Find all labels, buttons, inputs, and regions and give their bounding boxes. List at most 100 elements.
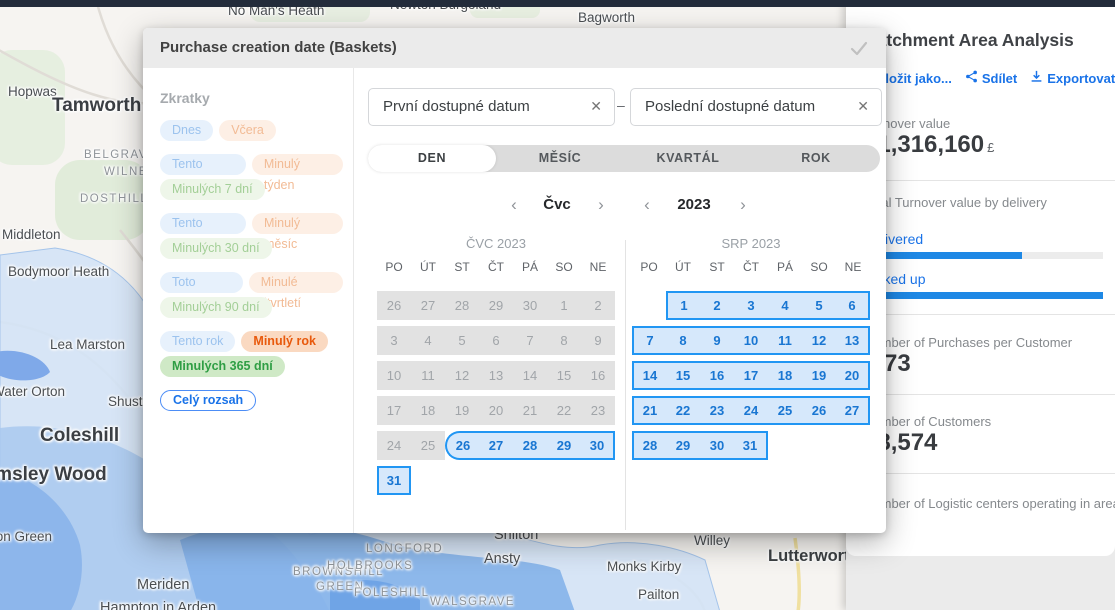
calendar-day[interactable]: 5 [802, 291, 836, 320]
calendar-day[interactable]: 13 [836, 326, 870, 355]
calendar-day[interactable]: 11 [768, 326, 802, 355]
calendar-day[interactable]: 15 [666, 361, 700, 390]
calendar-day[interactable]: 12 [802, 326, 836, 355]
map-label-marston-green: Marston Green [0, 529, 52, 544]
calendar-day[interactable]: 23 [700, 396, 734, 425]
calendar-week: 78910111213 [632, 323, 870, 358]
calendar-day[interactable]: 27 [836, 396, 870, 425]
shortcut-row: Minulých 90 dní [160, 297, 343, 318]
tab-m-s-c[interactable]: MĚSÍC [496, 145, 624, 172]
calendar-day[interactable]: 20 [836, 361, 870, 390]
shortcut-cel-rozsah[interactable]: Celý rozsah [160, 390, 256, 411]
calendar-day[interactable]: 18 [768, 361, 802, 390]
shortcut-dnes[interactable]: Dnes [160, 120, 213, 141]
shortcut-v-era[interactable]: Včera [219, 120, 276, 141]
calendar-day[interactable]: 22 [666, 396, 700, 425]
calendar-day[interactable]: 7 [632, 326, 666, 355]
prev-year-button[interactable]: ‹ [637, 195, 657, 215]
next-month-button[interactable]: › [591, 195, 611, 215]
confirm-check-icon[interactable] [848, 37, 870, 59]
shortcut-tento-t-den[interactable]: Tento týden [160, 154, 246, 175]
tab-kvart-l[interactable]: KVARTÁL [624, 145, 752, 172]
shortcut-minul-ch-7-dn[interactable]: Minulých 7 dní [160, 179, 265, 200]
shortcut-minul-ch-90-dn[interactable]: Minulých 90 dní [160, 297, 272, 318]
calendar-day: 13 [479, 361, 513, 390]
panel-action-label: Sdílet [982, 71, 1017, 86]
calendar-august: SRP 2023POÚTSTČTPÁSONE123456789101112131… [632, 236, 870, 463]
calendar-day: 11 [411, 361, 445, 390]
calendar-day[interactable]: 6 [836, 291, 870, 320]
shortcuts-list: Dnes Včera Tento týden Minulý týden Minulých… [160, 116, 343, 411]
shortcut-toto-tvrtlet[interactable]: Toto čtvrtletí [160, 272, 243, 293]
prev-month-button[interactable]: ‹ [504, 195, 524, 215]
calendar-day[interactable]: 30 [581, 431, 615, 460]
end-date-input[interactable]: Poslední dostupné datum ✕ [630, 88, 882, 126]
calendar-day: 29 [479, 291, 513, 320]
calendar-day: 1 [547, 291, 581, 320]
shortcut-row: Toto čtvrtletí Minulé čtvrtletí [160, 272, 343, 293]
panel-action-share[interactable]: Sdílet [965, 70, 1017, 86]
calendar-empty-cell [513, 466, 547, 495]
calendar-day: 12 [445, 361, 479, 390]
calendar-day[interactable]: 1 [666, 291, 700, 320]
modal-header: Purchase creation date (Baskets) [143, 28, 886, 68]
start-date-input[interactable]: První dostupné datum ✕ [368, 88, 615, 126]
calendar-empty-cell [836, 431, 870, 460]
calendar-day[interactable]: 4 [768, 291, 802, 320]
calendar-day[interactable]: 28 [632, 431, 666, 460]
calendar-day: 26 [377, 291, 411, 320]
calendar-day[interactable]: 14 [632, 361, 666, 390]
currency-symbol: £ [987, 140, 994, 155]
calendar-empty-cell [411, 466, 445, 495]
calendar-day[interactable]: 26 [445, 431, 479, 460]
calendar-day[interactable]: 25 [768, 396, 802, 425]
calendar-empty-cell [445, 466, 479, 495]
divider [846, 314, 1115, 315]
shortcut-tento-rok[interactable]: Tento rok [160, 331, 235, 352]
calendar-day[interactable]: 28 [513, 431, 547, 460]
map-label-middleton: Middleton [2, 227, 61, 242]
shortcut-minul-m-s-c[interactable]: Minulý měsíc [252, 213, 343, 234]
calendar-day[interactable]: 10 [734, 326, 768, 355]
calendar-day: 25 [411, 431, 445, 460]
date-picker-modal: Purchase creation date (Baskets) Zkratky… [143, 28, 886, 533]
calendar-day[interactable]: 30 [700, 431, 734, 460]
clear-start-date-icon[interactable]: ✕ [590, 98, 602, 115]
day-name: ÚT [666, 260, 700, 288]
calendar-day[interactable]: 16 [700, 361, 734, 390]
calendar-day[interactable]: 31 [377, 466, 411, 495]
calendar-day[interactable]: 27 [479, 431, 513, 460]
current-month-label: Čvc [527, 196, 587, 213]
map-label-bodymoor-heath: Bodymoor Heath [8, 264, 109, 279]
clear-end-date-icon[interactable]: ✕ [857, 98, 869, 115]
next-year-button[interactable]: › [733, 195, 753, 215]
calendar-day[interactable]: 24 [734, 396, 768, 425]
tab-rok[interactable]: ROK [752, 145, 880, 172]
calendar-day[interactable]: 8 [666, 326, 700, 355]
calendar-day[interactable]: 3 [734, 291, 768, 320]
shortcut-minul-rok[interactable]: Minulý rok [241, 331, 328, 352]
shortcut-tento-m-s-c[interactable]: Tento měsíc [160, 213, 246, 234]
shortcut-row: Tento týden Minulý týden [160, 154, 343, 175]
day-name: PÁ [513, 260, 547, 288]
shortcuts-sidebar: Zkratky DnesVčeraTento týdenMinulý týden… [143, 68, 354, 533]
shortcut-minul-ch-30-dn[interactable]: Minulých 30 dní [160, 238, 272, 259]
calendar-day[interactable]: 19 [802, 361, 836, 390]
tab-den[interactable]: DEN [368, 145, 496, 172]
calendar-day[interactable]: 9 [700, 326, 734, 355]
calendar-day[interactable]: 17 [734, 361, 768, 390]
shortcut-minul-t-den[interactable]: Minulý týden [252, 154, 343, 175]
current-year-label: 2023 [664, 196, 724, 213]
browser-top-bar [0, 0, 1115, 7]
calendar-day[interactable]: 29 [547, 431, 581, 460]
calendar-day[interactable]: 31 [734, 431, 768, 460]
calendar-day[interactable]: 26 [802, 396, 836, 425]
map-label-pailton: Pailton [638, 587, 679, 602]
shortcut-minul-tvrtlet[interactable]: Minulé čtvrtletí [249, 272, 343, 293]
calendar-day[interactable]: 21 [632, 396, 666, 425]
calendar-day[interactable]: 29 [666, 431, 700, 460]
calendar-day[interactable]: 2 [700, 291, 734, 320]
shortcut-minul-ch-365-dn[interactable]: Minulých 365 dní [160, 356, 285, 377]
share-icon [965, 70, 978, 86]
panel-action-export[interactable]: Exportovat [1030, 70, 1115, 86]
